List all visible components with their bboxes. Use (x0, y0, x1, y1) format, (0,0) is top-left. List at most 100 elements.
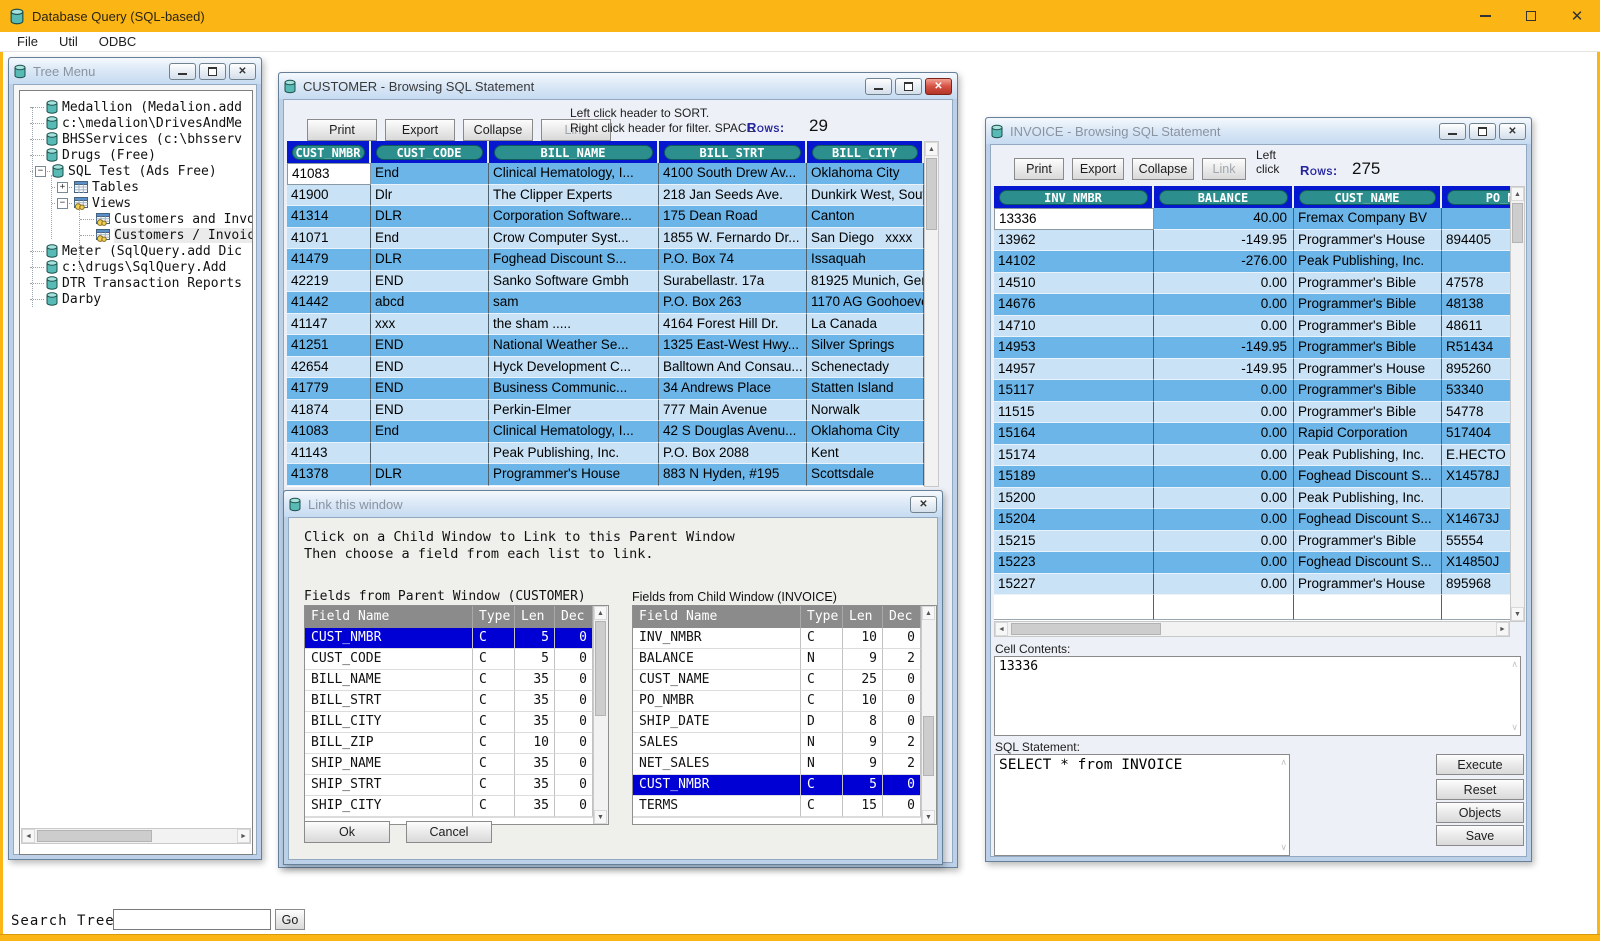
go-button[interactable]: Go (275, 909, 305, 930)
cell[interactable]: Programmer's Bible (1294, 316, 1442, 338)
cell[interactable]: 14510 (994, 273, 1154, 295)
cell[interactable]: 14957 (994, 359, 1154, 381)
column-header[interactable]: BILL_CITY (807, 141, 924, 163)
collapse-button[interactable]: Collapse (1132, 158, 1194, 180)
maximize-button[interactable] (199, 63, 226, 80)
tree-item[interactable]: Meter (SqlQuery.add Dic (20, 243, 252, 259)
cell[interactable]: 41071 (287, 228, 371, 250)
invoice-titlebar[interactable]: INVOICE - Browsing SQL Statement ✕ (986, 118, 1531, 144)
close-button[interactable]: ✕ (910, 496, 937, 513)
cell[interactable]: 13962 (994, 230, 1154, 252)
scroll-down-icon[interactable]: ▼ (922, 810, 935, 824)
cell[interactable]: END (371, 357, 489, 379)
cell[interactable]: Silver Springs (807, 335, 924, 357)
cell[interactable]: 41479 (287, 249, 371, 271)
cell[interactable]: 15215 (994, 531, 1154, 553)
cell[interactable]: 15189 (994, 466, 1154, 488)
cell[interactable]: abcd (371, 292, 489, 314)
column-header[interactable]: BILL_NAME (489, 141, 659, 163)
cell[interactable]: the sham ..... (489, 314, 659, 336)
cell[interactable]: 0.00 (1154, 509, 1294, 531)
cell[interactable]: San Diego xxxx (807, 228, 924, 250)
cell[interactable]: 883 N Hyden, #195 (659, 464, 807, 486)
field-row[interactable]: SALESN92 (633, 733, 936, 754)
scroll-left-icon[interactable]: ◄ (995, 622, 1008, 636)
cell[interactable]: Corporation Software... (489, 206, 659, 228)
cell[interactable]: P.O. Box 74 (659, 249, 807, 271)
cell[interactable]: 42 S Douglas Avenu... (659, 421, 807, 443)
cell[interactable]: Clinical Hematology, I... (489, 421, 659, 443)
cell[interactable]: 41083 (287, 421, 371, 443)
collapse-icon[interactable]: − (57, 198, 68, 209)
customer-vertical-scrollbar[interactable]: ▲ (924, 141, 939, 487)
ok-button[interactable]: Ok (304, 821, 390, 843)
cell[interactable]: 41143 (287, 443, 371, 465)
cell[interactable]: Fremax Company BV (1294, 208, 1442, 230)
tree-item[interactable]: Customers / Invoic (20, 227, 252, 243)
close-icon[interactable]: ✕ (1554, 0, 1600, 32)
cell[interactable]: Programmer's Bible (1294, 380, 1442, 402)
cell[interactable]: 41378 (287, 464, 371, 486)
tree-item[interactable]: DTR Transaction Reports (20, 275, 252, 291)
cancel-button[interactable]: Cancel (406, 821, 492, 843)
cell[interactable]: Issaquah (807, 249, 924, 271)
cell[interactable]: Programmer's House (489, 464, 659, 486)
cell[interactable]: Crow Computer Syst... (489, 228, 659, 250)
cell[interactable]: 42654 (287, 357, 371, 379)
cell[interactable]: 13336 (994, 208, 1154, 230)
column-header[interactable]: PO_NMBR (1442, 186, 1510, 208)
cell[interactable]: 0.00 (1154, 466, 1294, 488)
invoice-horizontal-scrollbar[interactable]: ◄ ► (994, 621, 1510, 637)
cell[interactable] (1442, 488, 1510, 510)
print-button[interactable]: Print (1014, 158, 1064, 180)
link-dialog-titlebar[interactable]: Link this window ✕ (284, 491, 942, 517)
scrollbar-thumb[interactable] (926, 158, 937, 230)
minimize-button[interactable] (865, 78, 892, 95)
cell[interactable]: DLR (371, 249, 489, 271)
menu-util[interactable]: Util (55, 34, 82, 49)
column-header[interactable]: CUST_NMBR (287, 141, 371, 163)
cell[interactable]: Programmer's House (1294, 359, 1442, 381)
menu-file[interactable]: File (13, 34, 42, 49)
cell[interactable]: Norwalk (807, 400, 924, 422)
tree-item[interactable]: Medallion (Medalion.add (20, 99, 252, 115)
cell[interactable]: Foghead Discount S... (1294, 509, 1442, 531)
cell[interactable]: 15174 (994, 445, 1154, 467)
cell[interactable]: 14676 (994, 294, 1154, 316)
field-row[interactable]: TERMSC150 (633, 796, 936, 817)
cell[interactable]: End (371, 163, 489, 185)
cell[interactable]: 1325 East-West Hwy... (659, 335, 807, 357)
tree-item[interactable]: Customers and Invo (20, 211, 252, 227)
field-row[interactable]: SHIP_CITYC350 (305, 796, 608, 817)
tree-item[interactable]: BHSServices (c:\bhsserv (20, 131, 252, 147)
cell[interactable]: 4100 South Drew Av... (659, 163, 807, 185)
cell[interactable]: 40.00 (1154, 208, 1294, 230)
collapse-button[interactable]: Collapse (463, 119, 533, 141)
scrollbar-thumb[interactable] (595, 621, 606, 716)
cell[interactable]: La Canada (807, 314, 924, 336)
close-button[interactable]: ✕ (229, 63, 256, 80)
execute-button[interactable]: Execute (1436, 754, 1524, 775)
cell[interactable]: 0.00 (1154, 552, 1294, 574)
cell[interactable]: 15227 (994, 574, 1154, 596)
cell[interactable]: Peak Publishing, Inc. (1294, 251, 1442, 273)
tree-item[interactable]: +Tables (20, 179, 252, 195)
main-titlebar[interactable]: Database Query (SQL-based) ✕ (0, 0, 1600, 32)
scrollbar-thumb[interactable] (1011, 623, 1161, 635)
cell[interactable]: Programmer's Bible (1294, 273, 1442, 295)
cell[interactable]: End (371, 228, 489, 250)
cell[interactable]: 0.00 (1154, 316, 1294, 338)
cell[interactable]: Oklahoma City (807, 163, 924, 185)
cell[interactable]: 0.00 (1154, 531, 1294, 553)
cell[interactable]: X14850J (1442, 552, 1510, 574)
scroll-up-icon[interactable]: ∧ (1280, 757, 1287, 768)
scroll-up-icon[interactable]: ▲ (922, 606, 935, 620)
maximize-button[interactable] (1469, 123, 1496, 140)
field-row[interactable]: CUST_CODEC50 (305, 649, 608, 670)
cell[interactable]: Peak Publishing, Inc. (489, 443, 659, 465)
save-button[interactable]: Save (1436, 825, 1524, 846)
cell[interactable]: END (371, 271, 489, 293)
tree-menu-titlebar[interactable]: Tree Menu ✕ (9, 58, 261, 84)
cell[interactable]: Programmer's Bible (1294, 294, 1442, 316)
cell[interactable]: 47578 (1442, 273, 1510, 295)
